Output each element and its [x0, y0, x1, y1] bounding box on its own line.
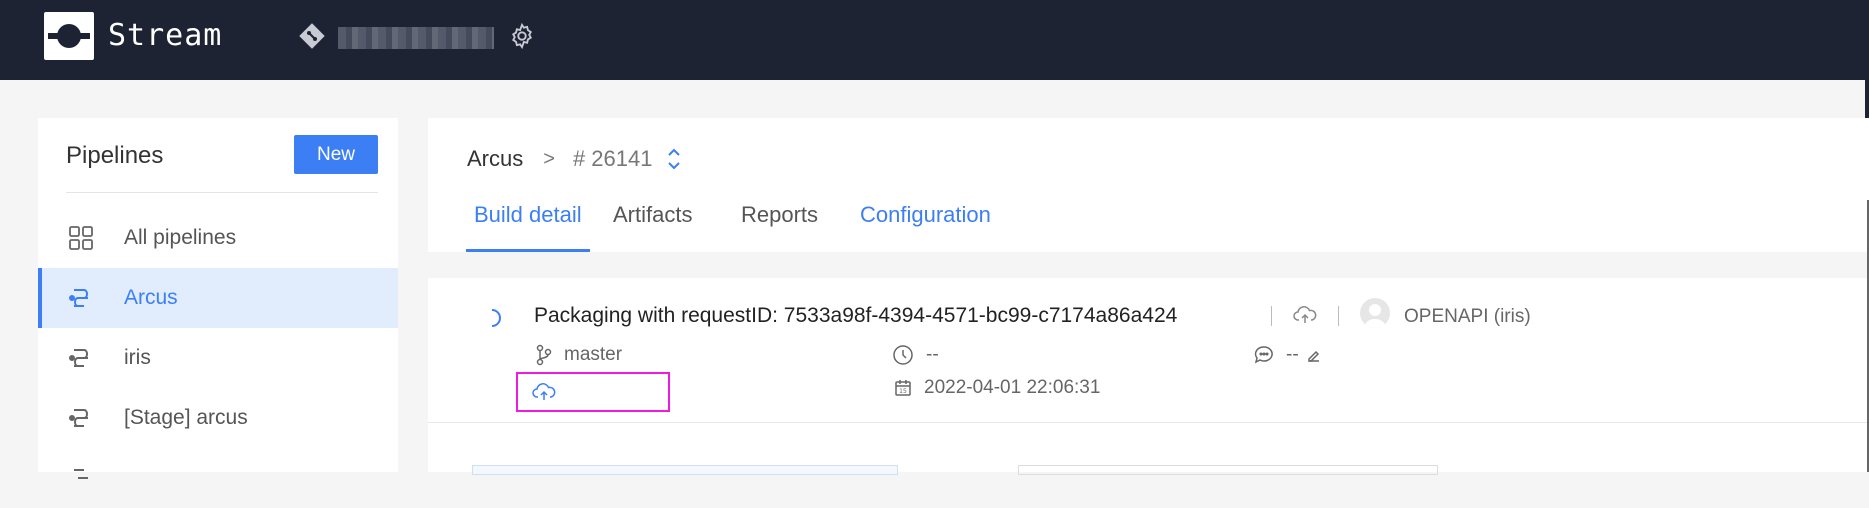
cloud-upload-icon[interactable]	[532, 381, 556, 403]
pipeline-icon	[69, 409, 88, 427]
new-pipeline-button[interactable]: New	[294, 135, 378, 174]
clock-icon	[893, 345, 913, 365]
tab-reports[interactable]: Reports	[733, 198, 826, 252]
separator	[1271, 306, 1272, 326]
edit-icon[interactable]	[1307, 348, 1321, 362]
build-number: # 26141	[572, 146, 653, 171]
pipelines-sidebar: Pipelines New All pipelines Arcus iris […	[38, 118, 398, 479]
avatar	[1360, 298, 1390, 328]
grid-icon	[69, 226, 93, 250]
datetime-meta: 15 2022-04-01 22:06:31	[894, 377, 1100, 399]
pipeline-icon	[69, 289, 88, 307]
separator	[1338, 306, 1339, 326]
sidebar-item-stage-arcus[interactable]: [Stage] arcus	[38, 388, 398, 448]
calendar-icon: 15	[895, 380, 911, 396]
sidebar-item-arcus[interactable]: Arcus	[38, 268, 398, 328]
sidebar-item-iris[interactable]: iris	[38, 328, 398, 388]
breadcrumb-separator: >	[543, 147, 555, 170]
tab-build-detail[interactable]: Build detail	[466, 198, 590, 252]
sidebar-title: Pipelines	[66, 142, 164, 169]
comment-meta: --	[1254, 344, 1333, 366]
cloud-sync-icon[interactable]	[1293, 304, 1317, 326]
repo-name-redacted[interactable]	[338, 27, 494, 49]
build-header: Arcus > # 26141 Build detail Artifacts R…	[428, 118, 1869, 252]
pipeline-icon	[69, 349, 88, 367]
breadcrumb: Arcus > # 26141	[467, 146, 682, 172]
comment-icon	[1254, 346, 1273, 364]
highlighted-artifact-link[interactable]	[516, 372, 670, 412]
build-datetime: 2022-04-01 22:06:31	[924, 377, 1101, 398]
tab-configuration[interactable]: Configuration	[852, 198, 999, 252]
build-stages-area	[428, 423, 1869, 475]
sidebar-item-label: Arcus	[124, 286, 178, 309]
stream-logo[interactable]	[44, 12, 94, 60]
stage-card[interactable]	[1018, 465, 1438, 475]
brand-name: Stream	[108, 18, 223, 53]
sidebar-item-all-pipelines[interactable]: All pipelines	[38, 208, 398, 268]
svg-text:15: 15	[899, 388, 907, 395]
sidebar-divider	[66, 192, 378, 193]
build-comment: --	[1286, 344, 1299, 365]
sidebar-item-label: [Stage] arcus	[124, 406, 248, 429]
stage-card[interactable]	[472, 465, 898, 475]
branch-icon	[536, 344, 552, 366]
build-author: OPENAPI (iris)	[1404, 306, 1531, 327]
branch-name: master	[564, 344, 623, 365]
tab-artifacts[interactable]: Artifacts	[605, 198, 700, 252]
breadcrumb-pipeline[interactable]: Arcus	[467, 146, 523, 172]
switch-build-icon[interactable]	[666, 146, 682, 172]
sidebar-item-more[interactable]	[38, 448, 398, 508]
top-navbar: Stream	[0, 0, 1869, 80]
gear-icon[interactable]	[508, 22, 536, 50]
sidebar-item-label: All pipelines	[124, 226, 237, 249]
build-summary-card: Packaging with requestID: 7533a98f-4394-…	[428, 278, 1869, 423]
branch-meta: master	[536, 344, 622, 366]
running-spinner-icon	[491, 309, 501, 327]
sidebar-item-label: iris	[124, 346, 151, 369]
build-duration: --	[926, 344, 939, 365]
build-title: Packaging with requestID: 7533a98f-4394-…	[534, 304, 1178, 327]
duration-meta: --	[892, 344, 939, 366]
git-icon	[299, 23, 325, 49]
pipeline-icon	[74, 469, 88, 479]
